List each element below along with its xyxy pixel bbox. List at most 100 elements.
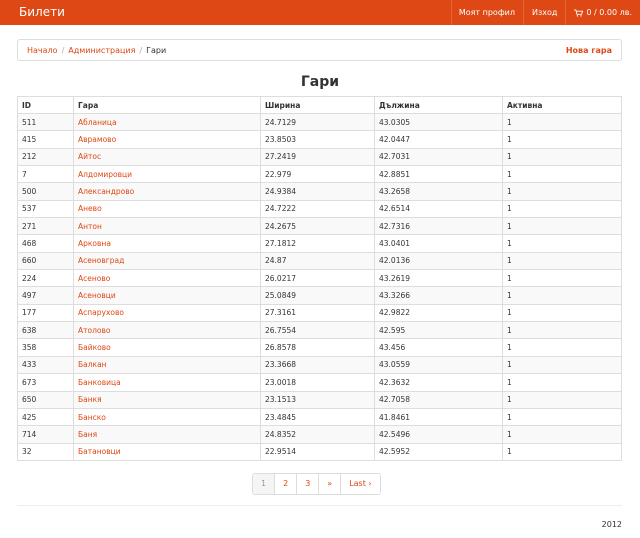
cell-longitude: 42.6514	[374, 199, 503, 218]
cell-id: 271	[17, 217, 74, 235]
station-name-link[interactable]: Алдомировци	[78, 170, 132, 179]
cell-latitude: 24.8352	[260, 425, 375, 444]
station-name-link[interactable]: Аврамово	[78, 135, 116, 144]
breadcrumb-home-link[interactable]: Начало	[27, 46, 58, 55]
station-name-link[interactable]: Атолово	[78, 326, 110, 335]
station-name-link[interactable]: Айтос	[78, 152, 101, 161]
station-name-link[interactable]: Балкан	[78, 360, 107, 369]
table-row: 537 Анево 24.7222 42.6514 1	[17, 199, 622, 218]
cell-id: 415	[17, 130, 74, 149]
station-name-link[interactable]: Асеново	[78, 274, 110, 283]
cell-station: Алдомировци	[73, 165, 261, 183]
station-name-link[interactable]: Баня	[78, 430, 97, 439]
cell-id: 714	[17, 425, 74, 444]
my-profile-link[interactable]: Моят профил	[450, 0, 523, 25]
station-name-link[interactable]: Байково	[78, 343, 111, 352]
station-name-link[interactable]: Батановци	[78, 447, 121, 456]
table-row: 660 Асеновград 24.87 42.0136 1	[17, 251, 622, 270]
breadcrumb-admin-link[interactable]: Администрация	[68, 46, 135, 55]
station-name-link[interactable]: Банско	[78, 413, 106, 422]
cell-station: Аврамово	[73, 130, 261, 149]
cell-station: Банкя	[73, 390, 261, 409]
cell-id: 468	[17, 234, 74, 253]
cell-latitude: 23.3668	[260, 355, 375, 374]
station-name-link[interactable]: Асеновци	[78, 291, 116, 300]
cell-station: Асеновци	[73, 286, 261, 305]
cell-station: Александрово	[73, 182, 261, 201]
cell-station: Айтос	[73, 147, 261, 166]
station-name-link[interactable]: Аспарухово	[78, 308, 124, 317]
cell-latitude: 27.1812	[260, 234, 375, 253]
cell-station: Батановци	[73, 442, 261, 461]
cell-station: Асеновград	[73, 251, 261, 270]
cart-link[interactable]: 0 / 0.00 лв.	[565, 0, 640, 25]
breadcrumb-current: Гари	[146, 45, 167, 55]
cell-id: 212	[17, 147, 74, 166]
page-3-link[interactable]: 3	[296, 474, 319, 494]
cell-longitude: 43.2619	[374, 269, 503, 287]
cell-id: 660	[17, 251, 74, 270]
table-row: 7 Алдомировци 22.979 42.8851 1	[17, 165, 622, 183]
cell-active: 1	[502, 251, 622, 270]
cell-latitude: 23.8503	[260, 130, 375, 149]
station-name-link[interactable]: Банковица	[78, 378, 121, 387]
column-header-longitude: Дължина	[374, 96, 503, 114]
cell-latitude: 27.3161	[260, 303, 375, 322]
page-1-link[interactable]: 1	[253, 474, 275, 494]
new-station-button[interactable]: Нова гара	[566, 46, 612, 55]
table-row: 468 Арковна 27.1812 43.0401 1	[17, 234, 622, 253]
station-name-link[interactable]: Арковна	[78, 239, 111, 248]
cell-id: 650	[17, 390, 74, 409]
cell-id: 511	[17, 112, 74, 131]
station-name-link[interactable]: Анево	[78, 204, 102, 213]
brand-link[interactable]: Билети	[0, 0, 65, 25]
cell-active: 1	[502, 442, 622, 461]
table-row: 32 Батановци 22.9514 42.5952 1	[17, 442, 622, 461]
table-row: 638 Атолово 26.7554 42.595 1	[17, 321, 622, 339]
cell-latitude: 24.7129	[260, 112, 375, 131]
cell-active: 1	[502, 338, 622, 357]
cell-active: 1	[502, 286, 622, 305]
table-row: 224 Асеново 26.0217 43.2619 1	[17, 269, 622, 287]
cell-longitude: 42.9822	[374, 303, 503, 322]
cell-id: 7	[17, 165, 74, 183]
column-header-active: Активна	[502, 96, 622, 114]
station-name-link[interactable]: Асеновград	[78, 256, 124, 265]
table-row: 497 Асеновци 25.0849 43.3266 1	[17, 286, 622, 305]
cell-longitude: 42.7031	[374, 147, 503, 166]
station-name-link[interactable]: Абланица	[78, 118, 117, 127]
cell-id: 673	[17, 373, 74, 391]
logout-link[interactable]: Изход	[522, 0, 565, 25]
cell-longitude: 42.7058	[374, 390, 503, 409]
table-row: 433 Балкан 23.3668 43.0559 1	[17, 355, 622, 374]
cell-active: 1	[502, 373, 622, 391]
cell-active: 1	[502, 217, 622, 235]
cell-active: 1	[502, 269, 622, 287]
cell-longitude: 42.5952	[374, 442, 503, 461]
column-header-latitude: Ширина	[260, 96, 375, 114]
station-name-link[interactable]: Александрово	[78, 187, 134, 196]
cell-station: Аспарухово	[73, 303, 261, 322]
page-title: Гари	[300, 74, 340, 90]
footer-divider	[17, 505, 622, 506]
cell-latitude: 24.9384	[260, 182, 375, 201]
last-page-link[interactable]: Last ›	[340, 474, 380, 494]
breadcrumb: Начало / Администрация / Гари Нова гара	[17, 39, 622, 61]
cell-active: 1	[502, 321, 622, 339]
table-row: 511 Абланица 24.7129 43.0305 1	[17, 112, 622, 131]
breadcrumb-separator: /	[139, 45, 143, 55]
cart-summary: 0 / 0.00 лв.	[586, 8, 632, 17]
cell-latitude: 23.4845	[260, 407, 375, 426]
cell-station: Асеново	[73, 269, 261, 287]
cell-latitude: 23.1513	[260, 390, 375, 409]
station-name-link[interactable]: Банкя	[78, 395, 102, 404]
page-2-link[interactable]: 2	[274, 474, 297, 494]
table-row: 714 Баня 24.8352 42.5496 1	[17, 425, 622, 444]
navbar-right: Моят профил Изход 0 / 0.00 лв.	[450, 0, 640, 25]
cell-latitude: 26.0217	[260, 269, 375, 287]
cell-active: 1	[502, 130, 622, 149]
station-name-link[interactable]: Антон	[78, 222, 102, 231]
next-page-link[interactable]: »	[318, 474, 341, 494]
cell-active: 1	[502, 199, 622, 218]
table-row: 358 Байково 26.8578 43.456 1	[17, 338, 622, 357]
